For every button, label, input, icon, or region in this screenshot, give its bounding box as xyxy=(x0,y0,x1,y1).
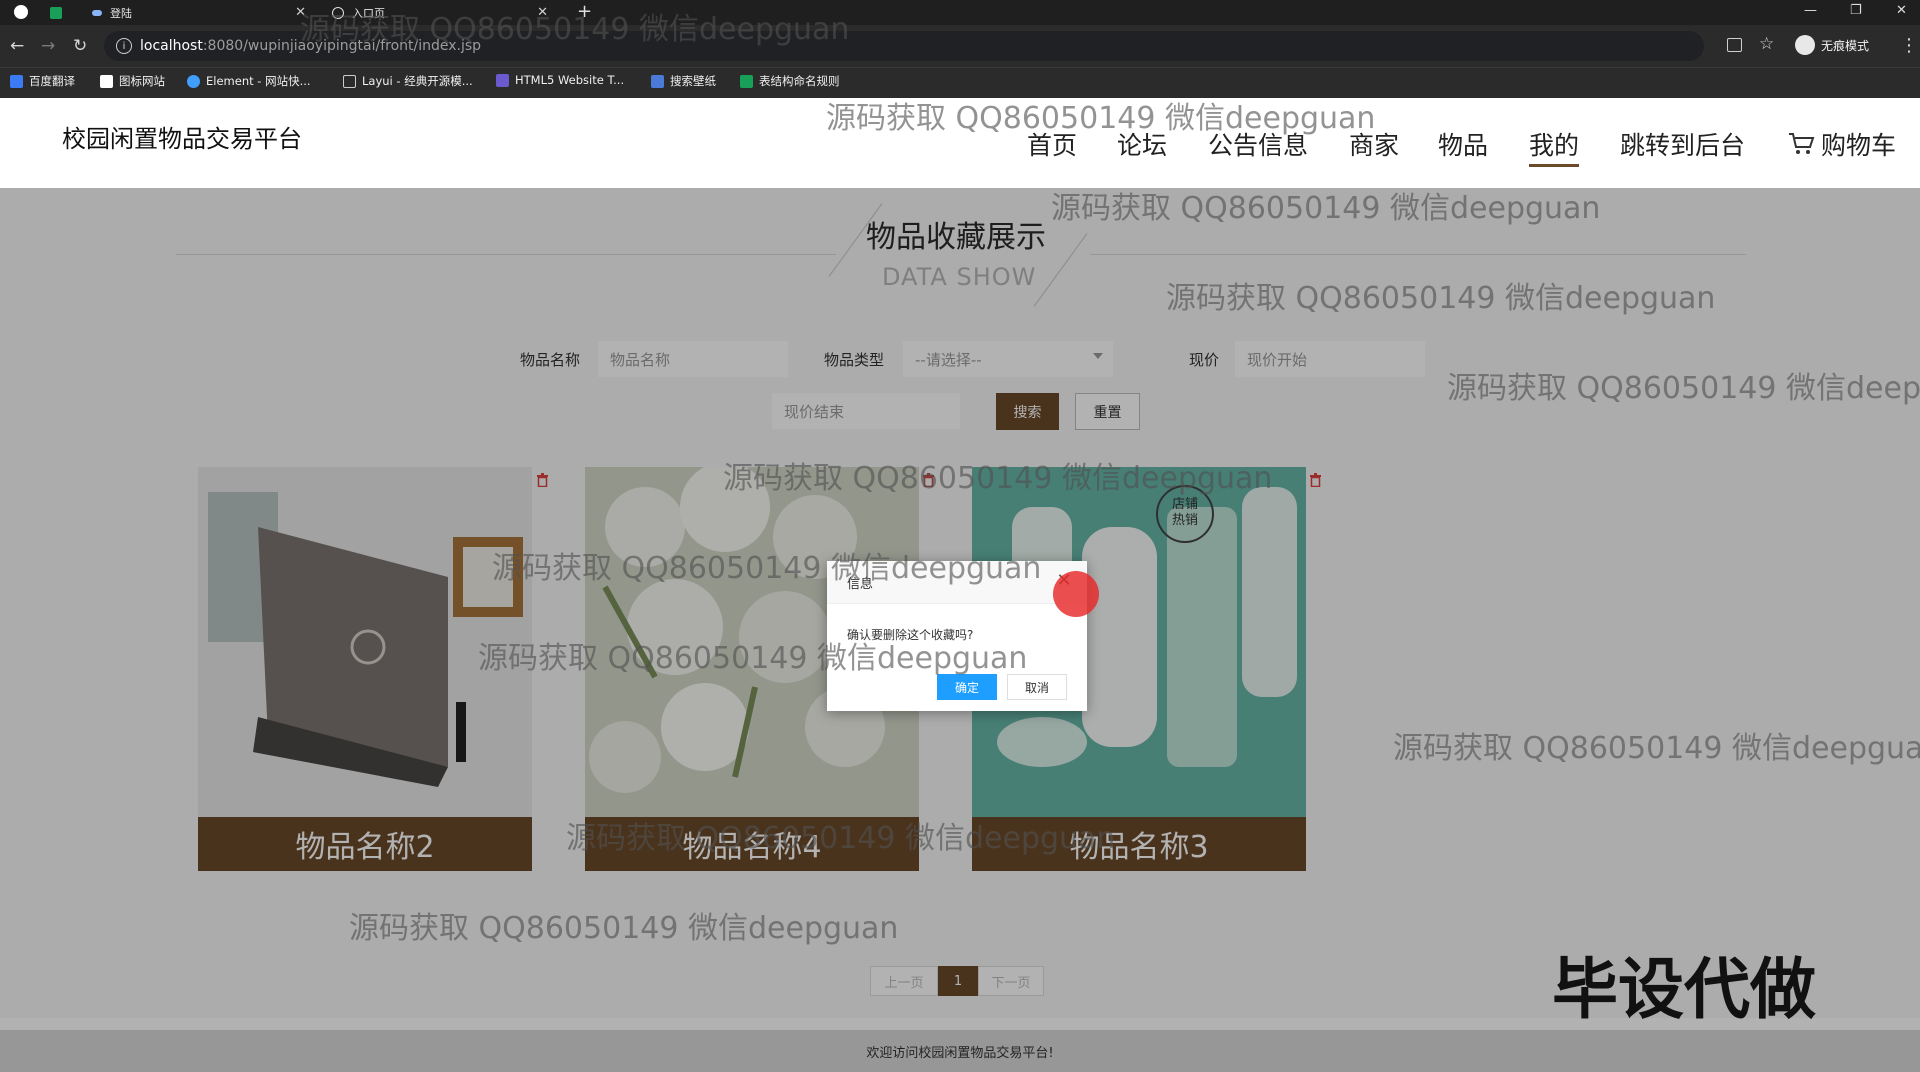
watermark-text: 源码获取 QQ86050149 微信deepguan xyxy=(300,12,850,47)
watermark-text: 源码获取 QQ86050149 微信deepguan xyxy=(723,461,1273,496)
nav-cart-label: 购物车 xyxy=(1821,131,1897,160)
cart-icon xyxy=(1789,133,1815,154)
site-info-icon[interactable]: i xyxy=(116,38,132,54)
app-icon xyxy=(50,6,62,19)
back-icon[interactable]: ← xyxy=(10,36,24,56)
cancel-button[interactable]: 取消 xyxy=(1007,674,1067,700)
wallpaper-icon xyxy=(651,74,664,88)
bookmark-label: 表结构命名规则 xyxy=(759,74,840,88)
browser-menu-icon[interactable] xyxy=(14,5,28,19)
tab-pinned-app[interactable] xyxy=(50,0,70,25)
minimize-icon[interactable]: — xyxy=(1804,3,1817,18)
translate-icon[interactable] xyxy=(1727,38,1742,52)
browser-menu-kebab-icon[interactable]: ⋮ xyxy=(1900,35,1918,56)
bookmark-layui[interactable]: Layui - 经典开源模... xyxy=(343,73,473,89)
incognito-label: 无痕模式 xyxy=(1821,38,1870,53)
incognito-icon xyxy=(1795,35,1815,55)
tab-favicon-icon xyxy=(92,9,102,16)
reload-icon[interactable]: ↻ xyxy=(73,36,87,56)
bookmark-label: 搜索壁纸 xyxy=(670,74,716,88)
bookmark-icon-site[interactable]: 图标网站 xyxy=(100,73,165,89)
translate-icon xyxy=(10,74,23,88)
bookmark-table-naming[interactable]: 表结构命名规则 xyxy=(740,73,840,89)
watermark-text: 源码获取 QQ86050149 微信deepguan xyxy=(349,911,899,946)
watermark-text: 源码获取 QQ86050149 微信deepguan xyxy=(826,101,1376,136)
bookmark-label: 百度翻译 xyxy=(29,74,75,88)
forward-icon[interactable]: → xyxy=(41,36,55,56)
cursor-highlight-icon xyxy=(1053,571,1099,617)
layui-logo-icon xyxy=(343,74,356,88)
nav-mine[interactable]: 我的 xyxy=(1529,126,1580,167)
watermark-text: 源码获取 QQ86050149 微信deepguan xyxy=(566,821,1116,856)
bookmark-label: HTML5 Website T... xyxy=(515,73,625,87)
element-logo-icon xyxy=(187,74,200,88)
bookmark-star-icon[interactable]: ☆ xyxy=(1759,34,1774,54)
watermark-text: 源码获取 QQ86050149 微信deepguan xyxy=(478,641,1028,676)
watermark-text: 源码获取 QQ86050149 微信deepguan xyxy=(1447,371,1920,406)
promo-text: 毕设代做 xyxy=(1552,951,1816,1028)
incognito-indicator[interactable]: 无痕模式 xyxy=(1795,35,1869,55)
bookmark-label: 图标网站 xyxy=(119,74,165,88)
bookmark-label: Element - 网站快... xyxy=(206,74,311,88)
bookmark-baidu-translate[interactable]: 百度翻译 xyxy=(10,73,75,89)
nav-cart[interactable]: 购物车 xyxy=(1787,126,1896,162)
watermark-text: 源码获取 QQ86050149 微信deepguan xyxy=(1051,191,1601,226)
restore-icon[interactable]: ❐ xyxy=(1850,3,1862,18)
nav-items[interactable]: 物品 xyxy=(1438,126,1488,162)
tab-label: 登陆 xyxy=(110,6,132,20)
watermark-text: 源码获取 QQ86050149 微信deepguan xyxy=(492,551,1042,586)
close-window-icon[interactable]: ✕ xyxy=(1896,3,1907,18)
doc-icon xyxy=(740,74,753,88)
url-host: localhost xyxy=(140,38,203,54)
site-brand[interactable]: 校园闲置物品交易平台 xyxy=(62,119,302,154)
html5-icon xyxy=(496,73,509,87)
bookmark-element[interactable]: Element - 网站快... xyxy=(187,73,311,89)
bookmark-wallpaper[interactable]: 搜索壁纸 xyxy=(651,73,716,89)
watermark-text: 源码获取 QQ86050149 微信deepguan xyxy=(1393,731,1920,766)
watermark-text: 源码获取 QQ86050149 微信deepguan xyxy=(1166,281,1716,316)
bookmark-html5[interactable]: HTML5 Website T... xyxy=(496,73,624,87)
tab-login[interactable]: 登陆 ✕ xyxy=(92,0,312,25)
bookmark-label: Layui - 经典开源模... xyxy=(362,74,473,88)
nav-admin[interactable]: 跳转到后台 xyxy=(1620,126,1745,162)
confirm-button[interactable]: 确定 xyxy=(937,674,997,700)
flag-icon xyxy=(100,74,113,88)
